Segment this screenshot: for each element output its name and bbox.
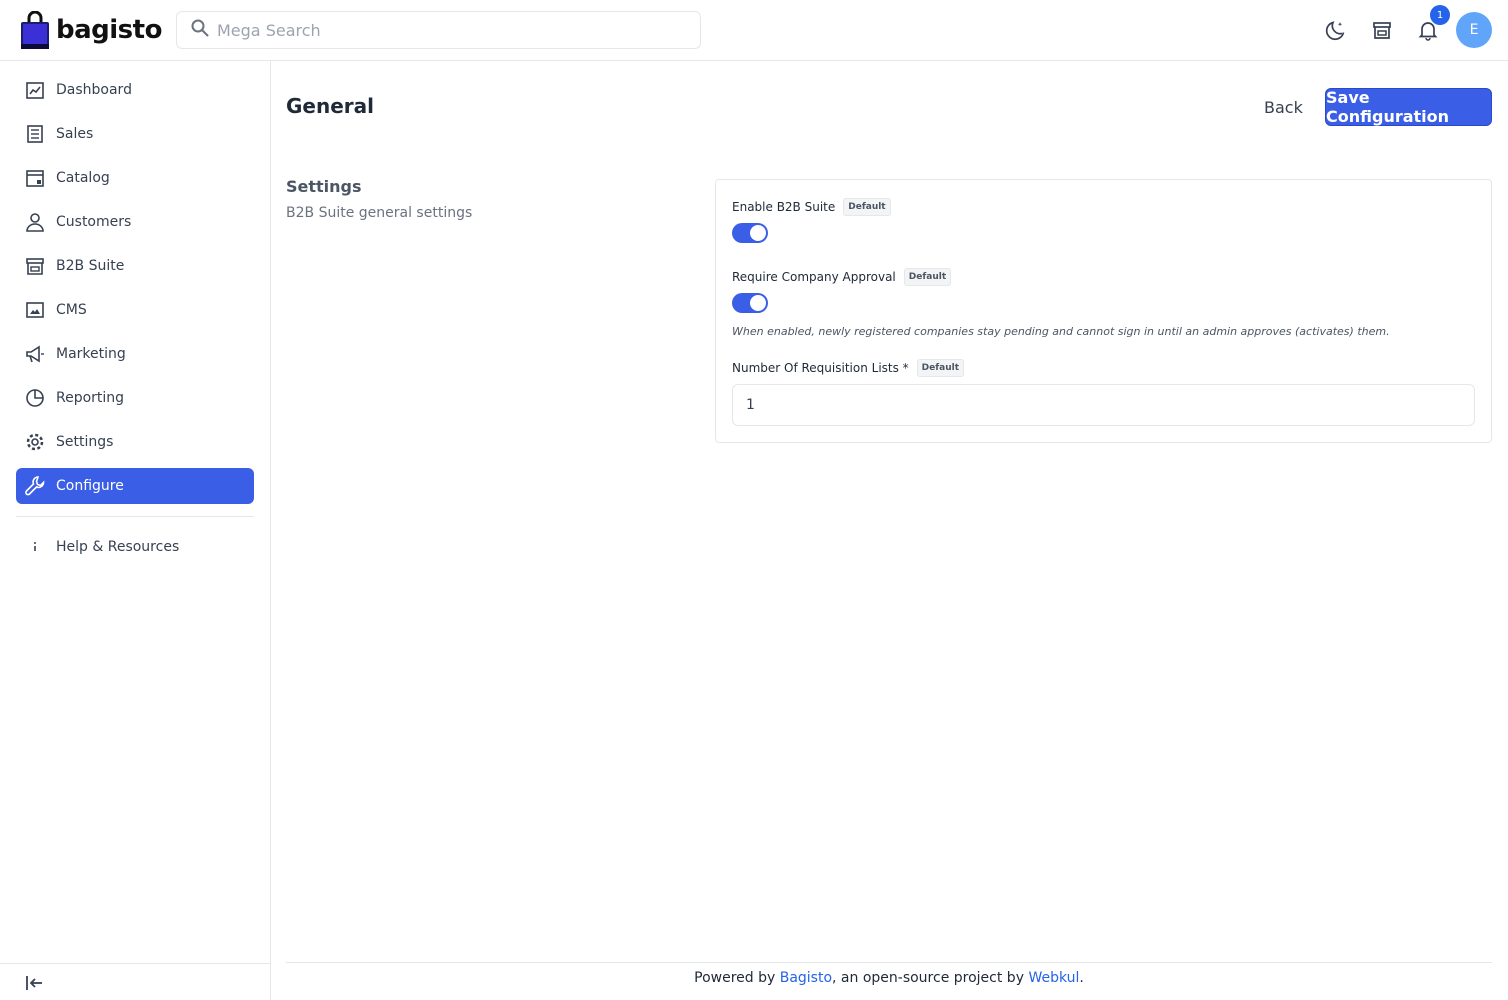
notification-badge: 1 [1430, 5, 1450, 25]
megaphone-icon [24, 343, 46, 365]
sidebar-item-label: Reporting [56, 390, 125, 406]
sidebar-item-label: Dashboard [56, 82, 132, 98]
require-approval-help: When enabled, newly registered companies… [732, 325, 1390, 338]
bagisto-link[interactable]: Bagisto [780, 970, 832, 986]
dark-mode-icon[interactable] [1322, 16, 1350, 44]
sidebar-item-customers[interactable]: Customers [16, 204, 254, 240]
sidebar-item-label: Configure [56, 478, 124, 494]
enable-b2b-label: Enable B2B Suite Default [732, 198, 891, 216]
sidebar-item-sales[interactable]: Sales [16, 116, 254, 152]
sidebar-item-label: Sales [56, 126, 94, 142]
collapse-sidebar-icon[interactable] [22, 971, 46, 995]
sidebar-item-cms[interactable]: CMS [16, 292, 254, 328]
sidebar-item-configure[interactable]: Configure [16, 468, 254, 504]
top-bar: bagisto 1 E [0, 0, 1508, 61]
sidebar: Dashboard Sales Catalog Customers B2B Su… [0, 61, 271, 1000]
webkul-link[interactable]: Webkul [1028, 970, 1079, 986]
toggle-knob [750, 225, 766, 241]
sidebar-bottom-divider [0, 963, 270, 964]
default-badge: Default [903, 268, 952, 286]
section-description: B2B Suite general settings [286, 205, 473, 221]
mega-search[interactable] [176, 11, 701, 49]
sidebar-item-label: Marketing [56, 346, 126, 362]
search-icon [191, 19, 209, 41]
back-button[interactable]: Back [1252, 88, 1315, 126]
footer-prefix: Powered by [694, 970, 780, 986]
footer: Powered by Bagisto, an open-source proje… [286, 970, 1492, 986]
default-badge: Default [916, 359, 965, 377]
bag-logo-icon [20, 10, 50, 49]
logo[interactable]: bagisto [20, 10, 162, 50]
gear-icon [24, 431, 46, 453]
search-input[interactable] [217, 20, 677, 40]
cms-icon [24, 299, 46, 321]
sidebar-item-label: Settings [56, 434, 114, 450]
settings-card: Enable B2B Suite Default Require Company… [715, 179, 1492, 443]
dashboard-icon [24, 79, 46, 101]
sidebar-item-help[interactable]: Help & Resources [16, 529, 254, 565]
sidebar-item-reporting[interactable]: Reporting [16, 380, 254, 416]
sidebar-divider [16, 516, 254, 517]
sidebar-item-label: B2B Suite [56, 258, 125, 274]
footer-suffix: . [1079, 970, 1084, 986]
info-icon [24, 536, 46, 558]
customers-icon [24, 211, 46, 233]
sidebar-item-b2b-suite[interactable]: B2B Suite [16, 248, 254, 284]
enable-b2b-toggle[interactable] [732, 223, 768, 243]
sidebar-item-marketing[interactable]: Marketing [16, 336, 254, 372]
sidebar-item-settings[interactable]: Settings [16, 424, 254, 460]
section-title: Settings [286, 177, 362, 196]
require-approval-label: Require Company Approval Default [732, 268, 952, 286]
requisition-lists-label: Number Of Requisition Lists * Default [732, 359, 965, 377]
sidebar-item-catalog[interactable]: Catalog [16, 160, 254, 196]
sidebar-item-label: Catalog [56, 170, 110, 186]
logo-text: bagisto [56, 15, 162, 45]
require-approval-toggle[interactable] [732, 293, 768, 313]
footer-middle: , an open-source project by [832, 970, 1029, 986]
save-configuration-button[interactable]: Save Configuration [1325, 88, 1492, 126]
field-label-text: Number Of Requisition Lists * [732, 361, 909, 375]
page-title: General [286, 94, 374, 118]
sidebar-item-label: Help & Resources [56, 539, 180, 555]
field-label-text: Enable B2B Suite [732, 200, 836, 214]
sidebar-item-label: CMS [56, 302, 87, 318]
store-icon [24, 255, 46, 277]
catalog-icon [24, 167, 46, 189]
requisition-lists-input[interactable] [732, 384, 1475, 426]
avatar[interactable]: E [1456, 12, 1492, 48]
sales-icon [24, 123, 46, 145]
footer-divider [286, 962, 1492, 963]
pie-chart-icon [24, 387, 46, 409]
sidebar-item-dashboard[interactable]: Dashboard [16, 72, 254, 108]
default-badge: Default [843, 198, 891, 216]
sidebar-item-label: Customers [56, 214, 132, 230]
storefront-icon[interactable] [1368, 16, 1396, 44]
toggle-knob [750, 295, 766, 311]
field-label-text: Require Company Approval [732, 270, 896, 284]
wrench-icon [24, 475, 46, 497]
